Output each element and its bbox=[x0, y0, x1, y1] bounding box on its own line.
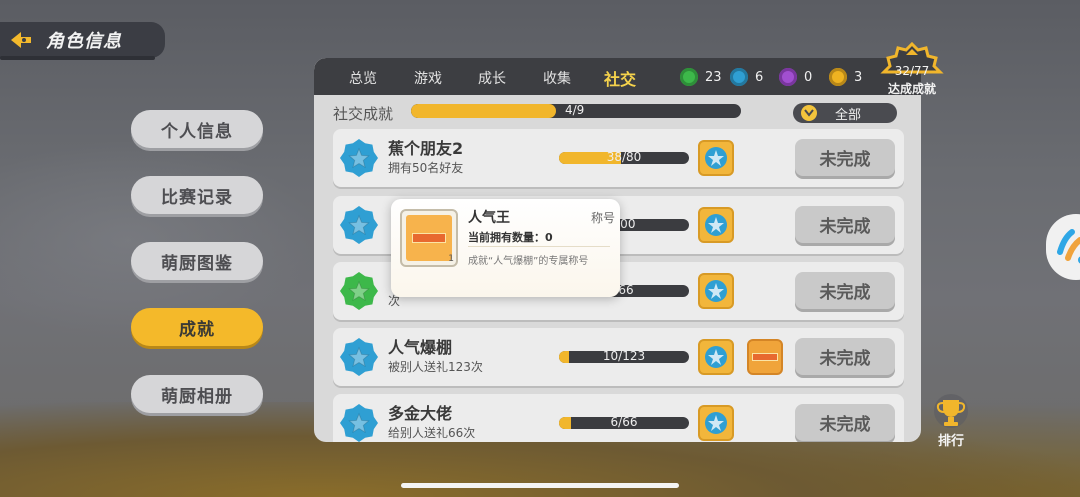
tab-social[interactable]: 社交 bbox=[604, 66, 636, 90]
menu-label: 个人信息 bbox=[161, 121, 233, 142]
rank-button[interactable]: 排行 bbox=[928, 392, 974, 449]
menu-chef-gallery[interactable]: 萌厨图鉴 bbox=[131, 242, 263, 280]
home-indicator[interactable] bbox=[401, 483, 679, 488]
category-progress-fill bbox=[411, 104, 557, 118]
menu-label: 萌厨相册 bbox=[161, 386, 233, 407]
reward-badge-icon bbox=[705, 280, 727, 302]
menu-label: 比赛记录 bbox=[161, 187, 233, 208]
menu-achievements[interactable]: 成就 bbox=[131, 308, 263, 346]
star-badge-icon bbox=[340, 206, 378, 244]
achievement-desc: 被别人送礼123次 bbox=[388, 360, 483, 374]
achievement-title: 人气爆棚 bbox=[388, 338, 453, 357]
menu-personal-info[interactable]: 个人信息 bbox=[131, 110, 263, 148]
achievement-card: 多金大佬给别人送礼66次 6/66 未完成 bbox=[333, 394, 904, 442]
star-badge-icon bbox=[340, 139, 378, 177]
achievement-title: 蕉个朋友2 bbox=[388, 139, 464, 158]
achievement-counter[interactable]: 32/77 达成成就 bbox=[880, 41, 944, 100]
blue-gem-icon bbox=[730, 68, 748, 86]
status-button[interactable]: 未完成 bbox=[795, 338, 895, 375]
achievement-card: 蕉个朋友2 拥有50名好友 38/80 未完成 bbox=[333, 129, 904, 187]
menu-chef-album[interactable]: 萌厨相册 bbox=[131, 375, 263, 413]
menu-label: 成就 bbox=[179, 319, 215, 340]
item-quantity: 1 bbox=[448, 254, 454, 264]
reward-item[interactable] bbox=[698, 339, 734, 375]
category-progress-row: 社交成就 4/9 全部 bbox=[314, 98, 921, 124]
achievement-progress-text: 38/80 bbox=[606, 150, 642, 164]
reward-item[interactable] bbox=[698, 207, 734, 243]
popup-description: 成就“人气爆棚”的专属称号 bbox=[468, 256, 589, 267]
trophy-icon bbox=[934, 394, 968, 428]
popup-type: 称号 bbox=[591, 211, 616, 225]
item-tooltip-popup: 1 人气王 称号 当前拥有数量：0 成就“人气爆棚”的专属称号 bbox=[391, 199, 620, 297]
status-button[interactable]: 未完成 bbox=[795, 272, 895, 309]
star-badge-icon bbox=[340, 338, 378, 376]
gem-counter-blue: 6 bbox=[730, 68, 763, 86]
title-underline bbox=[0, 56, 155, 60]
tab-game[interactable]: 游戏 bbox=[414, 68, 442, 88]
green-gem-icon bbox=[680, 68, 698, 86]
menu-label: 萌厨图鉴 bbox=[161, 253, 233, 274]
star-badge-icon bbox=[340, 404, 378, 442]
popup-title: 人气王 bbox=[468, 210, 510, 226]
title-tag-icon bbox=[752, 353, 778, 361]
status-button[interactable]: 未完成 bbox=[795, 206, 895, 243]
reward-item[interactable] bbox=[698, 140, 734, 176]
chevron-down-icon bbox=[801, 105, 817, 121]
achievement-card: 人气爆棚被别人送礼123次 10/123 未完成 bbox=[333, 328, 904, 386]
tab-bar: 总览 游戏 成长 收集 社交 23 6 0 3 bbox=[314, 58, 921, 95]
back-arrow-icon[interactable] bbox=[8, 28, 36, 52]
title-bar: 角色信息 bbox=[0, 22, 165, 58]
reward-badge-icon bbox=[705, 147, 727, 169]
gem-counter-gold: 3 bbox=[829, 68, 862, 86]
category-progress-text: 4/9 bbox=[565, 103, 585, 117]
achievement-progress-text: 10/123 bbox=[602, 349, 646, 363]
reward-badge-icon bbox=[705, 412, 727, 434]
reward-badge-icon bbox=[705, 346, 727, 368]
gem-counter-green: 23 bbox=[680, 68, 722, 86]
popup-owned-count: 当前拥有数量：0 bbox=[468, 231, 553, 244]
reward-badge-icon bbox=[705, 214, 727, 236]
gem-counter-purple: 0 bbox=[779, 68, 812, 86]
status-button[interactable]: 未完成 bbox=[795, 404, 895, 441]
page-title: 角色信息 bbox=[46, 31, 122, 52]
tab-growth[interactable]: 成长 bbox=[478, 68, 506, 88]
side-float-button[interactable] bbox=[1046, 214, 1080, 280]
reward-item[interactable] bbox=[698, 273, 734, 309]
achievement-desc: 拥有50名好友 bbox=[388, 161, 464, 175]
filter-label: 全部 bbox=[835, 107, 862, 123]
title-item-icon: 1 bbox=[400, 209, 458, 267]
title-tag-icon bbox=[412, 233, 446, 243]
splash-icon bbox=[1057, 229, 1080, 264]
star-badge-icon bbox=[340, 272, 378, 310]
rank-label: 排行 bbox=[937, 434, 964, 449]
filter-dropdown[interactable]: 全部 bbox=[793, 103, 897, 123]
popup-divider bbox=[468, 246, 610, 247]
achievement-count-label: 达成成就 bbox=[887, 82, 936, 96]
status-button[interactable]: 未完成 bbox=[795, 139, 895, 176]
menu-match-record[interactable]: 比赛记录 bbox=[131, 176, 263, 214]
achievement-title: 多金大佬 bbox=[388, 404, 453, 423]
category-label: 社交成就 bbox=[333, 105, 394, 123]
tab-collection[interactable]: 收集 bbox=[543, 68, 571, 88]
gold-gem-icon bbox=[829, 68, 847, 86]
title-reward-item[interactable] bbox=[747, 339, 783, 375]
tab-overview[interactable]: 总览 bbox=[349, 68, 377, 88]
achievement-desc: 给别人送礼66次 bbox=[388, 426, 476, 440]
achievement-progress-text: 6/66 bbox=[610, 415, 638, 429]
achievement-count: 32/77 bbox=[894, 64, 930, 78]
reward-item[interactable] bbox=[698, 405, 734, 441]
purple-gem-icon bbox=[779, 68, 797, 86]
